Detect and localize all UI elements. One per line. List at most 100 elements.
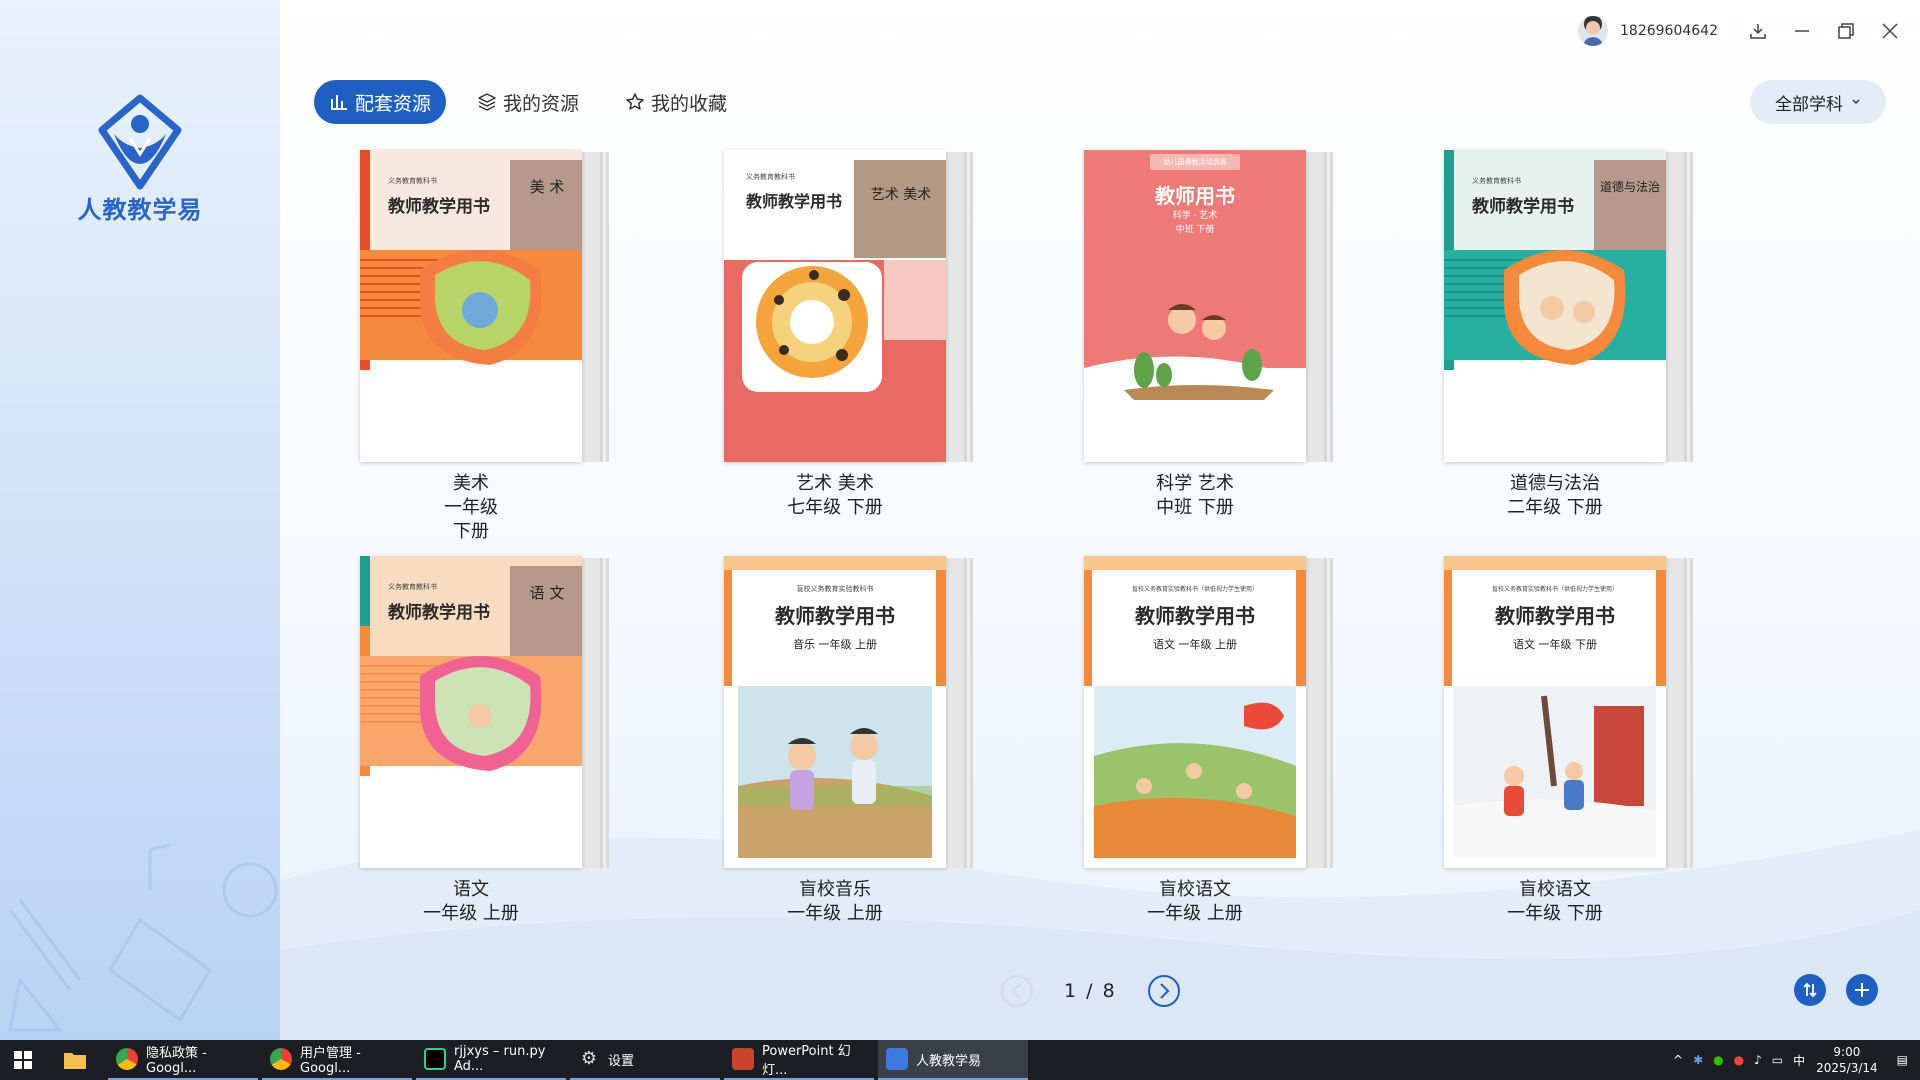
book-card[interactable]: 盲校语文 一年级 上册 盲校义务教育实验教科书（供低视力学生使用） 教师教学用书… — [1084, 556, 1324, 926]
gear-icon: ⚙ — [580, 1048, 598, 1069]
app-icon — [886, 1048, 908, 1070]
taskbar-app-label: PowerPoint 幻灯... — [762, 1044, 851, 1078]
wechat-icon[interactable]: ● — [1713, 1053, 1723, 1067]
cover-subject: 道德与法治 — [1599, 180, 1660, 194]
sort-button[interactable] — [1794, 974, 1826, 1006]
taskbar-app[interactable]: rjjxys – run.py Ad... — [416, 1040, 566, 1080]
current-page: 1 — [1064, 980, 1079, 1002]
prev-page-icon[interactable] — [1000, 974, 1034, 1008]
tab-label: 我的资源 — [503, 92, 580, 115]
user-info[interactable]: 18269604642 — [1578, 16, 1718, 46]
cover-grade: 中班 下册 — [1175, 225, 1215, 235]
book-card[interactable]: 道德与法治 二年级 下册 教师教学用书 道德与法治 义务教育教科书 — [1444, 150, 1684, 520]
chrome-icon — [270, 1048, 292, 1070]
avatar[interactable] — [1578, 16, 1609, 46]
book-caption: 艺术 美术 七年级 下册 — [724, 472, 946, 520]
download-button[interactable] — [1736, 9, 1780, 53]
bluetooth-icon[interactable]: ✱ — [1693, 1053, 1703, 1067]
taskbar-app[interactable]: 人教教学易 — [878, 1040, 1028, 1080]
resource-tabs: 配套资源 我的资源 我的收藏 — [314, 80, 758, 124]
close-icon — [1882, 23, 1898, 39]
book-caption: 道德与法治 二年级 下册 — [1444, 472, 1666, 520]
taskbar-app[interactable]: ⚙ 设置 — [570, 1040, 720, 1080]
cover-series: 义务教育教科书 — [746, 173, 795, 181]
tab-label: 我的收藏 — [651, 92, 728, 115]
cover-subject: 语文 一年级 上册 — [1153, 638, 1237, 651]
chevron-down-icon — [1852, 99, 1860, 104]
cover-series: 盲校义务教育实验教科书（供低视力学生使用） — [1491, 586, 1618, 593]
book-caption: 美术 一年级 下册 — [360, 472, 582, 544]
app-name: 人教教学易 — [77, 196, 203, 224]
book-title-line: 一年级 下册 — [1507, 903, 1603, 924]
main-area: 18269604642 配套资源 我的资源 我的收藏 全部学科 美术 一年级 下… — [280, 0, 1920, 1040]
powerpoint-icon — [732, 1048, 754, 1070]
chart-bars-icon — [331, 95, 347, 110]
book-card[interactable]: 盲校语文 一年级 下册 盲校义务教育实验教科书（供低视力学生使用） 教师教学用书… — [1444, 556, 1684, 926]
page-indicator: 1 / 8 — [1064, 980, 1117, 1002]
cover-series: 义务教育教科书 — [1472, 177, 1521, 185]
book-title-line: 一年级 上册 — [423, 903, 519, 924]
book-title-line: 七年级 下册 — [787, 497, 883, 518]
book-caption: 盲校音乐 一年级 上册 — [724, 878, 946, 926]
plus-icon — [1855, 983, 1869, 997]
cover-subject: 音乐 一年级 上册 — [793, 638, 877, 651]
cover-subject: 美 术 — [529, 178, 565, 196]
book-card[interactable]: 艺术 美术 七年级 下册 教师教学用书 艺术 美术 义务教育教科书 — [724, 150, 964, 520]
folder-icon — [64, 1053, 86, 1069]
taskbar-app[interactable]: PowerPoint 幻灯... — [724, 1040, 874, 1080]
tab-label: 配套资源 — [355, 92, 432, 115]
subject-filter-dropdown[interactable]: 全部学科 — [1750, 80, 1886, 124]
security-icon[interactable]: ● — [1734, 1053, 1744, 1067]
taskbar-app-label: 人教教学易 — [916, 1053, 982, 1069]
taskbar-app[interactable]: 用户管理 - Googl... — [262, 1040, 412, 1080]
taskbar-app[interactable]: 隐私政策 - Googl... — [108, 1040, 258, 1080]
cover-title: 教师教学用书 — [1472, 197, 1574, 217]
cover-subject: 语文 一年级 下册 — [1513, 638, 1597, 651]
notification-icon[interactable]: ▤ — [1897, 1053, 1908, 1067]
cover-title: 教师教学用书 — [1495, 604, 1615, 628]
add-button[interactable] — [1846, 974, 1878, 1006]
book-card[interactable]: 语文 一年级 上册 教师教学用书 语 文 义务教育教科书 — [360, 556, 600, 926]
clock[interactable]: 9:00 2025/3/14 — [1816, 1044, 1878, 1076]
next-page-icon[interactable] — [1147, 974, 1181, 1008]
book-title-line: 盲校音乐 — [799, 879, 871, 900]
windows-taskbar: 隐私政策 - Googl... 用户管理 - Googl... rjjxys –… — [0, 1040, 1920, 1080]
sidebar: 人教教学易 — [0, 0, 280, 1040]
book-title-line: 二年级 下册 — [1507, 497, 1603, 518]
restore-button[interactable] — [1824, 9, 1868, 53]
tab-matching-resources[interactable]: 配套资源 — [314, 80, 447, 124]
book-title-line: 美术 — [453, 473, 489, 494]
cover-title: 教师教学用书 — [775, 604, 895, 628]
book-title-line: 下册 — [453, 521, 489, 542]
app-logo-icon — [98, 94, 182, 190]
windows-logo-icon — [14, 1051, 32, 1069]
tab-my-favorites[interactable]: 我的收藏 — [610, 80, 742, 124]
page-separator: / — [1086, 980, 1095, 1002]
star-icon — [626, 93, 644, 110]
start-button[interactable] — [0, 1040, 46, 1080]
subject-filter-label: 全部学科 — [1775, 94, 1843, 115]
book-caption: 语文 一年级 上册 — [360, 878, 582, 926]
book-title-line: 一年级 — [444, 497, 498, 518]
network-icon[interactable]: ▭ — [1772, 1053, 1783, 1067]
pagination: 1 / 8 — [1000, 974, 1181, 1008]
book-card[interactable]: 科学 艺术 中班 下册 幼儿园课程活动资源 教师用书 科学 · 艺术 中班 下册 — [1084, 150, 1324, 520]
tab-my-resources[interactable]: 我的资源 — [462, 80, 594, 124]
speaker-icon[interactable]: ♪ — [1754, 1053, 1762, 1067]
ime-indicator[interactable]: 中 — [1793, 1052, 1805, 1069]
cover-subject: 语 文 — [529, 584, 565, 602]
close-button[interactable] — [1868, 9, 1912, 53]
book-title-line: 科学 艺术 — [1156, 473, 1234, 494]
cover-title: 教师用书 — [1155, 184, 1235, 208]
file-explorer-taskbar-button[interactable] — [46, 1040, 104, 1080]
book-card[interactable]: 盲校音乐 一年级 上册 盲校义务教育实验教科书 教师教学用书 音乐 一年级 上册 — [724, 556, 964, 926]
book-caption: 科学 艺术 中班 下册 — [1084, 472, 1306, 520]
system-tray: ^ ✱ ● ● ♪ ▭ 中 9:00 2025/3/14 ▤ — [1668, 1040, 1920, 1080]
chevron-up-icon[interactable]: ^ — [1673, 1053, 1683, 1067]
total-pages: 8 — [1102, 980, 1117, 1002]
taskbar-app-label: 用户管理 - Googl... — [300, 1046, 361, 1076]
school-doodle-decoration — [8, 843, 278, 1032]
book-card[interactable]: 美术 一年级 下册 教师教学用书 美 术 义务教育教科书 — [360, 150, 600, 544]
minimize-button[interactable] — [1780, 9, 1824, 53]
book-caption: 盲校语文 一年级 下册 — [1444, 878, 1666, 926]
